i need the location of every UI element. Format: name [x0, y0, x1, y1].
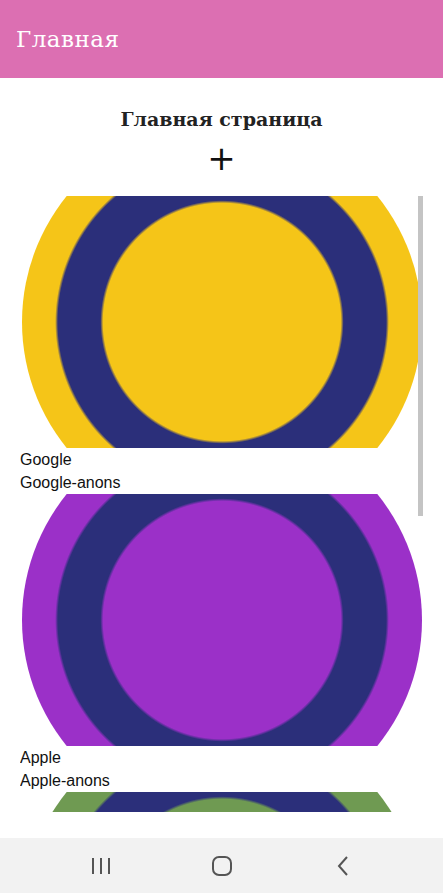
- item-image: [20, 494, 423, 746]
- main-content: Главная страница+GoogleGoogle-anonsApple…: [0, 78, 443, 838]
- item-image: [20, 792, 423, 812]
- back-button[interactable]: [319, 846, 367, 886]
- item-subtitle: Apple-anons: [20, 769, 423, 792]
- item-card[interactable]: GoogleGoogle-anons: [20, 196, 423, 494]
- item-image: [20, 196, 423, 448]
- scrollbar-thumb[interactable]: [418, 196, 423, 516]
- page-heading: Главная страница: [0, 106, 443, 132]
- home-button[interactable]: [198, 846, 246, 886]
- app-bar-title: Главная: [16, 26, 120, 52]
- recent-apps-button[interactable]: [77, 846, 125, 886]
- item-card[interactable]: [20, 792, 423, 812]
- item-list[interactable]: GoogleGoogle-anonsAppleApple-anons: [20, 196, 423, 812]
- screen: Главная Главная страница + GoogleGoogle-ano…: [0, 0, 443, 893]
- system-nav-bar: [0, 838, 443, 893]
- item-card[interactable]: AppleApple-anons: [20, 494, 423, 792]
- home-icon: [210, 854, 234, 878]
- app-bar: Главная: [0, 0, 443, 78]
- item-title: Google: [20, 448, 423, 471]
- add-button[interactable]: +: [199, 140, 244, 176]
- back-icon: [335, 855, 351, 877]
- item-title: Apple: [20, 746, 423, 769]
- recent-apps-icon: [90, 856, 112, 876]
- item-subtitle: Google-anons: [20, 471, 423, 494]
